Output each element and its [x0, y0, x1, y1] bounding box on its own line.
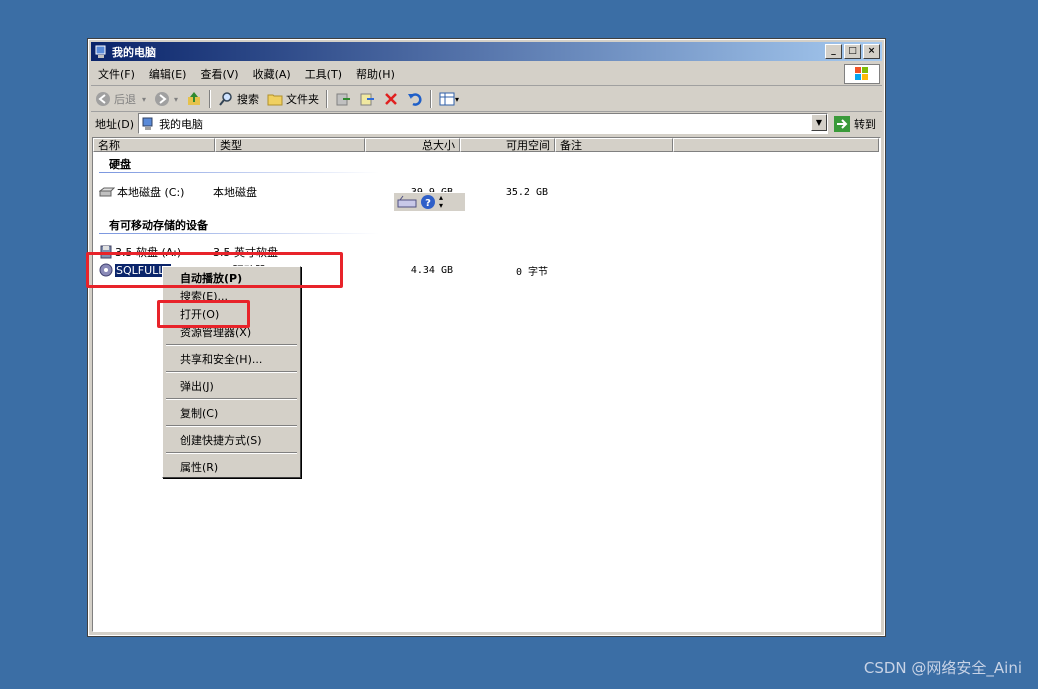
maximize-button[interactable]: □	[844, 44, 861, 59]
column-total-size[interactable]: 总大小	[365, 138, 460, 152]
title-bar[interactable]: 我的电脑 _ □ ×	[91, 42, 882, 61]
menu-separator	[166, 452, 297, 454]
copy-to-button[interactable]	[355, 91, 379, 107]
menu-item-properties[interactable]: 属性(R)	[180, 459, 218, 475]
chevron-down-icon[interactable]: ▾	[142, 95, 146, 104]
group-divider	[99, 172, 379, 173]
search-label: 搜索	[237, 93, 260, 106]
table-row[interactable]: 本地磁盘 (C:) 本地磁盘 39.9 GB 35.2 GB	[99, 184, 879, 200]
delete-button[interactable]	[379, 91, 403, 107]
menu-favorites[interactable]: 收藏(A)	[246, 66, 298, 82]
go-button[interactable]: 转到	[828, 115, 882, 132]
forward-arrow-icon	[155, 92, 170, 106]
menu-file[interactable]: 文件(F)	[91, 66, 142, 82]
help-icon[interactable]: ?	[420, 194, 436, 210]
undo-icon	[408, 93, 422, 106]
column-type[interactable]: 类型	[215, 138, 365, 152]
row-type: 本地磁盘	[213, 186, 257, 199]
computer-icon	[142, 117, 153, 130]
windows-logo	[844, 64, 880, 84]
folder-icon	[267, 94, 283, 106]
copy-to-icon	[360, 93, 375, 106]
column-free-space[interactable]: 可用空间	[460, 138, 555, 152]
chevron-down-icon[interactable]: ▾	[455, 95, 459, 104]
folder-up-icon	[188, 92, 201, 105]
up-button[interactable]	[182, 91, 206, 107]
search-icon	[219, 92, 232, 106]
address-input[interactable]: 我的电脑 ▼	[138, 113, 828, 134]
move-to-icon	[336, 93, 351, 106]
windows-flag-icon	[855, 67, 868, 80]
views-grid-icon	[439, 92, 455, 106]
keyboard-icon[interactable]	[397, 195, 417, 209]
menu-edit[interactable]: 编辑(E)	[142, 66, 194, 82]
standard-toolbar: 后退 ▾ ▾ 搜索 文件夹 ▾	[91, 87, 882, 112]
address-bar: 地址(D) 我的电脑 ▼ 转到	[91, 112, 882, 135]
row-name: 本地磁盘 (C:)	[117, 186, 185, 199]
group-hard-disks: 硬盘	[109, 158, 131, 171]
menu-item-create-shortcut[interactable]: 创建快捷方式(S)	[180, 432, 262, 448]
menu-separator	[166, 344, 297, 346]
move-to-button[interactable]	[331, 91, 355, 107]
menu-separator	[166, 425, 297, 427]
group-divider	[99, 233, 379, 234]
folders-button[interactable]: 文件夹	[263, 91, 323, 107]
group-removable-storage: 有可移动存储的设备	[109, 219, 208, 232]
column-name[interactable]: 名称	[93, 138, 215, 152]
menu-help[interactable]: 帮助(H)	[349, 66, 402, 82]
row-free-space: 0 字节	[515, 266, 548, 278]
address-dropdown-button[interactable]: ▼	[811, 114, 827, 131]
highlight-box-open	[157, 300, 250, 328]
computer-icon	[95, 45, 106, 58]
views-button[interactable]: ▾	[435, 91, 463, 107]
toolbar-separator	[430, 90, 433, 108]
address-value: 我的电脑	[159, 117, 204, 131]
toolbar-separator	[209, 90, 212, 108]
context-menu: 自动播放(P) 搜索(E)... 打开(O) 资源管理器(X) 共享和安全(H)…	[162, 266, 301, 478]
chevron-updown-icon[interactable]: ▴ ▾	[439, 194, 443, 210]
row-free-space: 35.2 GB	[505, 186, 548, 198]
menu-view[interactable]: 查看(V)	[193, 66, 245, 82]
menu-item-sharing-security[interactable]: 共享和安全(H)...	[180, 351, 262, 367]
window-title: 我的电脑	[112, 45, 156, 59]
delete-x-icon	[385, 93, 397, 105]
forward-button[interactable]: ▾	[150, 91, 182, 107]
search-button[interactable]: 搜索	[214, 91, 263, 107]
back-arrow-icon	[96, 92, 110, 106]
undo-button[interactable]	[403, 91, 427, 107]
autoplay-mini-toolbar: ? ▴ ▾	[393, 192, 466, 212]
folders-label: 文件夹	[286, 93, 320, 106]
minimize-button[interactable]: _	[825, 44, 842, 59]
chevron-down-icon[interactable]: ▾	[174, 95, 178, 104]
column-filler	[673, 138, 879, 152]
hard-drive-icon	[99, 187, 115, 197]
menu-bar: 文件(F) 编辑(E) 查看(V) 收藏(A) 工具(T) 帮助(H)	[91, 63, 882, 86]
toolbar-separator	[326, 90, 329, 108]
watermark: CSDN @网络安全_Aini	[863, 659, 1022, 677]
column-header: 名称 类型 总大小 可用空间 备注	[93, 138, 879, 153]
close-button[interactable]: ×	[863, 44, 880, 59]
go-label: 转到	[854, 117, 876, 131]
menu-separator	[166, 371, 297, 373]
column-comments[interactable]: 备注	[555, 138, 673, 152]
back-label: 后退	[114, 93, 136, 106]
back-button[interactable]: 后退 ▾	[91, 91, 150, 107]
svg-text:?: ?	[425, 198, 431, 209]
highlight-box-cd-row	[86, 252, 343, 288]
menu-separator	[166, 398, 297, 400]
menu-item-copy[interactable]: 复制(C)	[180, 405, 218, 421]
menu-item-eject[interactable]: 弹出(J)	[180, 378, 214, 394]
go-arrow-icon	[834, 115, 850, 132]
address-label: 地址(D)	[95, 117, 135, 131]
menu-tools[interactable]: 工具(T)	[298, 66, 349, 82]
